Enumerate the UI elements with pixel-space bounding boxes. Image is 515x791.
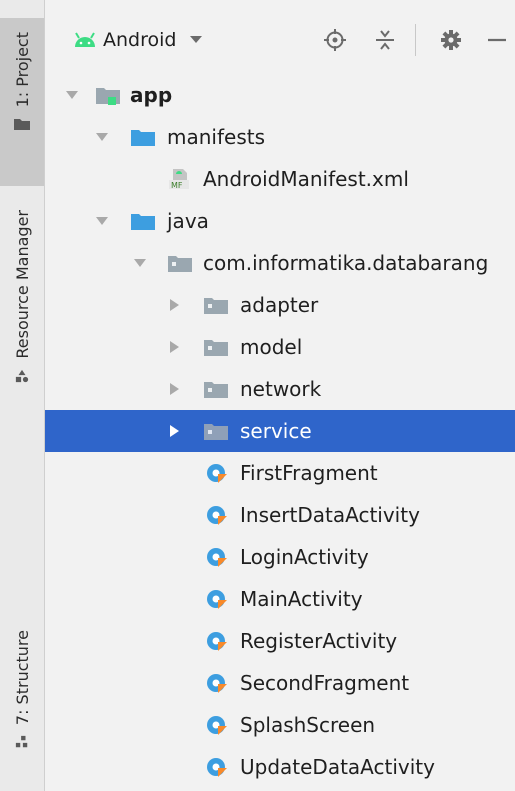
structure-tool-tab[interactable]: 7: Structure: [0, 620, 44, 785]
tree-node-network[interactable]: network: [45, 368, 515, 410]
chevron-down-icon[interactable]: [65, 88, 79, 102]
package-icon: [204, 298, 228, 314]
kotlin-class-icon: [207, 716, 227, 735]
resource-manager-icon: [15, 369, 29, 382]
kotlin-class-icon: [207, 548, 227, 567]
tree-label-package: com.informatika.databarang: [203, 251, 489, 275]
collapse-all-button[interactable]: [371, 26, 399, 54]
kotlin-class-icon: [207, 464, 227, 483]
kotlin-class-icon: [207, 674, 227, 693]
package-icon: [204, 424, 228, 440]
chevron-right-icon[interactable]: [167, 424, 181, 438]
resource-manager-tool-tab[interactable]: Resource Manager: [0, 200, 44, 450]
android-icon: [75, 32, 95, 47]
tool-window-strip: 1: Project Resource Manager 7: Structure: [0, 0, 45, 791]
package-icon: [204, 340, 228, 356]
tree-node-adapter[interactable]: adapter: [45, 284, 515, 326]
source-folder-icon: [131, 214, 155, 230]
tree-label-class: MainActivity: [240, 587, 363, 611]
collapse-all-icon: [376, 30, 394, 50]
minimize-button[interactable]: [481, 26, 509, 54]
project-panel: Android app manifests MF AndroidManifest…: [45, 0, 515, 791]
view-mode-selector[interactable]: Android: [73, 29, 203, 51]
tree-node-java[interactable]: java: [45, 200, 515, 242]
kotlin-class-icon: [207, 506, 227, 525]
package-icon: [168, 256, 192, 272]
locate-icon: [324, 29, 346, 51]
tree-node-manifests[interactable]: manifests: [45, 116, 515, 158]
tree-label-class: UpdateDataActivity: [240, 755, 435, 779]
tree-label-class: FirstFragment: [240, 461, 378, 485]
folder-icon: [14, 119, 30, 131]
settings-button[interactable]: [437, 26, 465, 54]
tree-label-app: app: [130, 83, 173, 107]
chevron-right-icon[interactable]: [167, 298, 181, 312]
structure-icon: [15, 735, 28, 748]
chevron-down-icon[interactable]: [95, 130, 109, 144]
tree-node-model[interactable]: model: [45, 326, 515, 368]
structure-tab-label: 7: Structure: [12, 630, 32, 726]
project-toolbar: Android: [45, 18, 515, 62]
chevron-down-icon[interactable]: [133, 256, 147, 270]
tree-label-class: LoginActivity: [240, 545, 369, 569]
tree-label-android-manifest: AndroidManifest.xml: [203, 167, 409, 191]
tree-label-class: SecondFragment: [240, 671, 410, 695]
tree-node-class[interactable]: MainActivity: [45, 578, 515, 620]
tree-node-class[interactable]: SplashScreen: [45, 704, 515, 746]
tree-node-package[interactable]: com.informatika.databarang: [45, 242, 515, 284]
tree-label-class: SplashScreen: [240, 713, 376, 737]
tree-label-java: java: [167, 209, 209, 233]
chevron-right-icon[interactable]: [167, 340, 181, 354]
tree-label-adapter: adapter: [240, 293, 319, 317]
tree-node-class[interactable]: LoginActivity: [45, 536, 515, 578]
tree-node-class[interactable]: InsertDataActivity: [45, 494, 515, 536]
view-mode-label: Android: [103, 29, 177, 51]
tree-label-class: InsertDataActivity: [240, 503, 420, 527]
dropdown-caret-icon: [190, 36, 203, 43]
tree-label-model: model: [240, 335, 303, 359]
tree-node-class[interactable]: RegisterActivity: [45, 620, 515, 662]
tree-node-service[interactable]: service: [45, 410, 515, 452]
tree-node-class[interactable]: SecondFragment: [45, 662, 515, 704]
manifest-file-icon: MF: [169, 169, 189, 190]
project-tool-tab[interactable]: 1: Project: [0, 18, 44, 186]
tree-node-android-manifest[interactable]: MF AndroidManifest.xml: [45, 158, 515, 200]
package-icon: [204, 382, 228, 398]
tree-node-class[interactable]: UpdateDataActivity: [45, 746, 515, 788]
chevron-down-icon[interactable]: [95, 214, 109, 228]
resource-manager-tab-label: Resource Manager: [12, 210, 32, 359]
tree-label-service: service: [240, 419, 312, 443]
toolbar-separator: [415, 24, 416, 56]
minimize-icon: [488, 38, 506, 42]
kotlin-class-icon: [207, 758, 227, 777]
tree-node-class[interactable]: FirstFragment: [45, 452, 515, 494]
locate-button[interactable]: [321, 26, 349, 54]
project-tab-label: 1: Project: [12, 32, 32, 108]
chevron-right-icon[interactable]: [167, 382, 181, 396]
gear-icon: [441, 30, 461, 50]
tree-node-app[interactable]: app: [45, 74, 515, 116]
tree-label-manifests: manifests: [167, 125, 265, 149]
tree-label-network: network: [240, 377, 322, 401]
folder-icon: [131, 130, 155, 146]
kotlin-class-icon: [207, 590, 227, 609]
manifest-badge: MF: [171, 181, 183, 190]
tree-label-class: RegisterActivity: [240, 629, 398, 653]
module-folder-icon: [96, 88, 120, 105]
kotlin-class-icon: [207, 632, 227, 651]
